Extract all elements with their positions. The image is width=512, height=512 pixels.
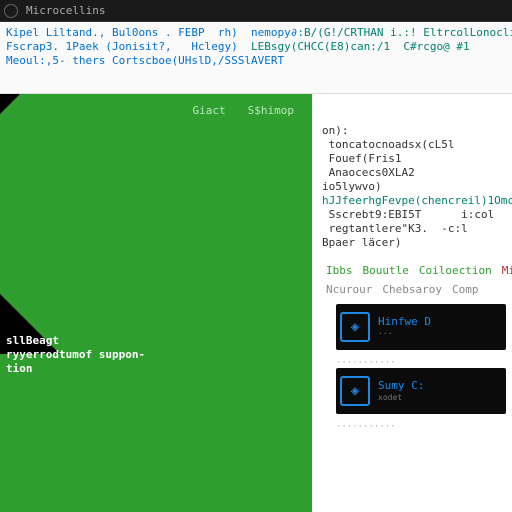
cl-7: Sscrebt9:EBI5T i:col xyxy=(322,208,506,222)
code-line-1a: Kipel Liltand., Bul0ons . FEBP rh) nemop… xyxy=(6,26,297,39)
shield-icon: ◈ xyxy=(340,312,370,342)
subtab-2[interactable]: Chebsaroy xyxy=(382,283,442,296)
code-line-2a: Fscrap3. 1Paek (Jonisit?, Hclegy) xyxy=(6,40,251,53)
card-1[interactable]: ◈ Hinfwe D··· xyxy=(336,304,506,350)
cl-4: Anaocecs0XLA2 xyxy=(322,166,506,180)
code-header: Kipel Liltand., Bul0ons . FEBP rh) nemop… xyxy=(0,22,512,94)
hero-button-2[interactable]: S$himop xyxy=(242,102,300,119)
card-2-sub: xodet xyxy=(378,392,424,403)
cl-1: on): xyxy=(322,124,506,138)
tab-1[interactable]: Ibbs xyxy=(326,264,353,277)
caption-2: ryyerrodtumof suppon- xyxy=(6,348,145,362)
card-1-sub: ··· xyxy=(378,328,431,339)
arrow-graphic xyxy=(0,94,312,512)
card-2-footer: ··········· xyxy=(336,422,506,432)
subtabs: Ncurour Chebsaroy Comp xyxy=(326,283,506,296)
caption-1: sllBeagt xyxy=(6,334,145,348)
tab-2[interactable]: Bouutle xyxy=(363,264,409,277)
hero-caption: sllBeagt ryyerrodtumof suppon- tion xyxy=(6,334,145,376)
card-1-title: Hinfwe D xyxy=(378,315,431,328)
hero-panel: Giact S$himop sllBeagt ryyerrodtumof sup… xyxy=(0,94,312,512)
card-1-footer: ··········· xyxy=(336,358,506,368)
card-2[interactable]: ◈ Sumy C:xodet xyxy=(336,368,506,414)
window-title: Microcellins xyxy=(26,4,105,17)
tabs: Ibbs Bouutle Coiloection Mic xyxy=(326,264,506,277)
cl-3: Fouef(Fris1 xyxy=(322,152,506,166)
code-listing: on): toncatocnoadsx(cL5l Fouef(Fris1 Ana… xyxy=(322,124,506,250)
code-line-1b: :B/(G!/CRTHAN i.:! EltrcolLonoclinc;l.mm xyxy=(297,26,512,39)
caption-3: tion xyxy=(6,362,145,376)
subtab-3[interactable]: Comp xyxy=(452,283,479,296)
card-2-title: Sumy C: xyxy=(378,379,424,392)
cl-2: toncatocnoadsx(cL5l xyxy=(322,138,506,152)
app-icon xyxy=(4,4,18,18)
titlebar: Microcellins xyxy=(0,0,512,22)
code-line-3: Meoul:,5- thers Cortscboe(UHslD,/SSSlAVE… xyxy=(6,54,284,67)
tab-3[interactable]: Coiloection xyxy=(419,264,492,277)
hero-button-1[interactable]: Giact xyxy=(187,102,232,119)
shield-icon: ◈ xyxy=(340,376,370,406)
side-panel: on): toncatocnoadsx(cL5l Fouef(Fris1 Ana… xyxy=(312,94,512,512)
subtab-1[interactable]: Ncurour xyxy=(326,283,372,296)
cl-5: io5lywvo) xyxy=(322,180,506,194)
cl-8: regtantlere"K3. -c:l xyxy=(322,222,506,236)
cl-9: Bpaer läcer) xyxy=(322,236,506,250)
tab-4[interactable]: Mic xyxy=(502,264,512,277)
code-line-2b: LEBsgy(CHCC(E8)can:/1 C#rcgo@ #1 xyxy=(251,40,470,53)
cl-6: hJJfeerhgFevpe(chencreil)1Omcamsernn xyxy=(322,194,506,208)
